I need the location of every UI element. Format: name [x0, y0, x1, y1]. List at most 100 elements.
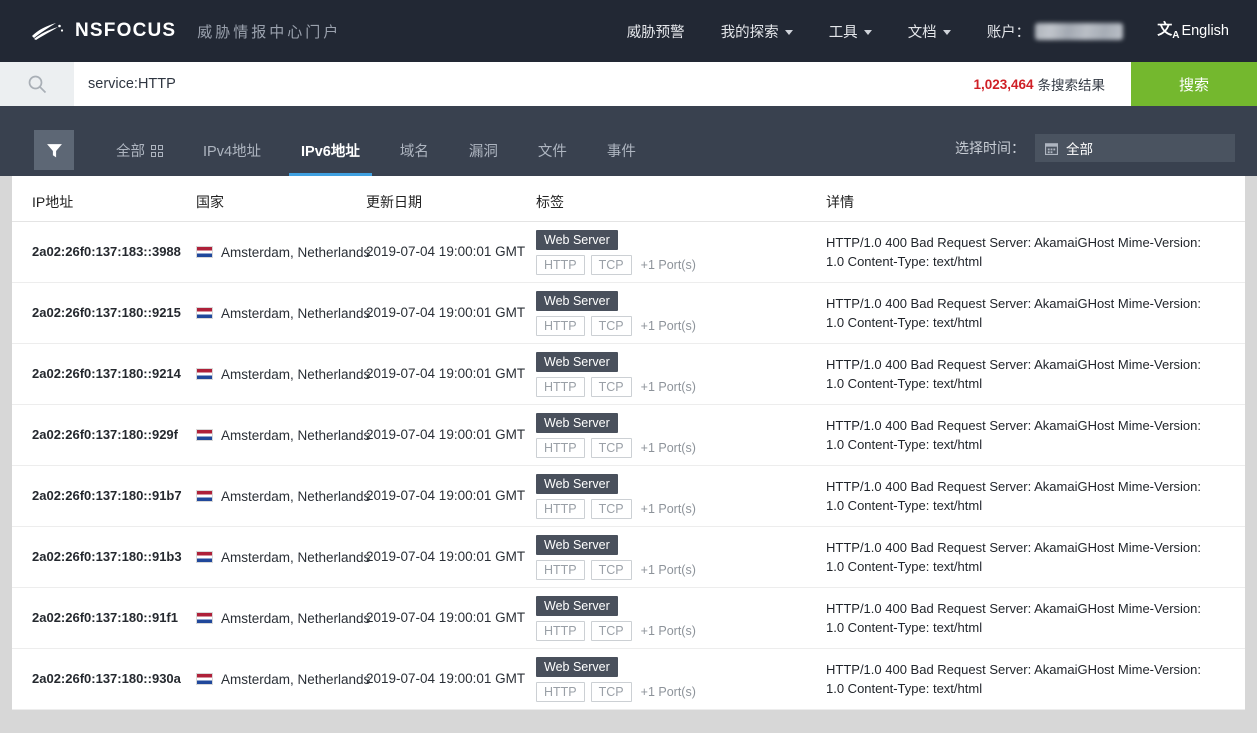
detail-text: HTTP/1.0 400 Bad Request Server: AkamaiG…: [826, 477, 1211, 515]
tag-protocol[interactable]: HTTP: [536, 438, 585, 458]
tab-file[interactable]: 文件: [518, 140, 587, 176]
column-header-ip: IP地址: [12, 192, 190, 212]
tag-web-server[interactable]: Web Server: [536, 474, 618, 494]
tag-transport[interactable]: TCP: [591, 438, 632, 458]
filter-button[interactable]: [34, 130, 74, 170]
tag-ports-more[interactable]: +1 Port(s): [641, 319, 696, 333]
search-bar: 1,023,464 条搜索结果 搜索: [0, 62, 1257, 106]
nav-item-my-exploration[interactable]: 我的探索: [703, 21, 811, 42]
tag-web-server[interactable]: Web Server: [536, 230, 618, 250]
nav-item-docs[interactable]: 文档: [890, 21, 969, 42]
netherlands-flag-icon: [196, 490, 213, 502]
tag-ports-more[interactable]: +1 Port(s): [641, 258, 696, 272]
tag-transport[interactable]: TCP: [591, 255, 632, 275]
tag-transport[interactable]: TCP: [591, 682, 632, 702]
ip-address-link[interactable]: 2a02:26f0:137:180::9215: [32, 305, 181, 320]
country-label: Amsterdam, Netherlands: [221, 672, 370, 687]
tag-protocol[interactable]: HTTP: [536, 377, 585, 397]
tag-ports-more[interactable]: +1 Port(s): [641, 380, 696, 394]
filter-funnel-icon: [46, 142, 63, 159]
tag-web-server[interactable]: Web Server: [536, 596, 618, 616]
tag-ports-more[interactable]: +1 Port(s): [641, 624, 696, 638]
tag-protocol[interactable]: HTTP: [536, 316, 585, 336]
country-cell: Amsterdam, Netherlands: [196, 306, 354, 321]
tag-protocol[interactable]: HTTP: [536, 255, 585, 275]
nav-item-tools[interactable]: 工具: [811, 21, 890, 42]
tag-transport[interactable]: TCP: [591, 499, 632, 519]
tag-web-server[interactable]: Web Server: [536, 657, 618, 677]
nav-item-threat-alert[interactable]: 威胁预警: [609, 21, 703, 42]
time-selector-dropdown[interactable]: 全部: [1035, 134, 1235, 162]
tab-label: 全部: [116, 140, 145, 161]
country-cell: Amsterdam, Netherlands: [196, 367, 354, 382]
search-input[interactable]: [88, 76, 973, 92]
tag-protocol-row: HTTP TCP +1 Port(s): [536, 560, 814, 580]
tab-bar: 全部 IPv4地址 IPv6地址 域名 漏洞 文件 事件 选择时间：: [0, 106, 1257, 176]
tag-ports-more[interactable]: +1 Port(s): [641, 502, 696, 516]
tab-event[interactable]: 事件: [587, 140, 656, 176]
table-row[interactable]: 2a02:26f0:137:180::9215 Amsterdam, Nether…: [12, 283, 1245, 344]
tab-label: 文件: [538, 140, 567, 161]
tag-transport[interactable]: TCP: [591, 377, 632, 397]
tag-group: Web Server HTTP TCP +1 Port(s): [536, 291, 814, 336]
table-row[interactable]: 2a02:26f0:137:180::91b3 Amsterdam, Nether…: [12, 527, 1245, 588]
tag-ports-more[interactable]: +1 Port(s): [641, 563, 696, 577]
tag-group: Web Server HTTP TCP +1 Port(s): [536, 596, 814, 641]
tag-ports-more[interactable]: +1 Port(s): [641, 685, 696, 699]
tab-ipv6[interactable]: IPv6地址: [281, 140, 380, 176]
netherlands-flag-icon: [196, 246, 213, 258]
column-header-date: 更新日期: [360, 192, 530, 212]
netherlands-flag-icon: [196, 612, 213, 624]
tag-protocol[interactable]: HTTP: [536, 682, 585, 702]
table-row[interactable]: 2a02:26f0:137:180::9214 Amsterdam, Nether…: [12, 344, 1245, 405]
tab-label: 事件: [607, 140, 636, 161]
tag-transport[interactable]: TCP: [591, 621, 632, 641]
tag-web-server[interactable]: Web Server: [536, 535, 618, 555]
ip-address-link[interactable]: 2a02:26f0:137:180::91b3: [32, 549, 182, 564]
tag-protocol[interactable]: HTTP: [536, 560, 585, 580]
nav-item-label: 工具: [829, 21, 858, 42]
tag-group: Web Server HTTP TCP +1 Port(s): [536, 230, 814, 275]
country-cell: Amsterdam, Netherlands: [196, 550, 354, 565]
tag-transport[interactable]: TCP: [591, 316, 632, 336]
tag-protocol[interactable]: HTTP: [536, 621, 585, 641]
tab-vulnerability[interactable]: 漏洞: [449, 140, 518, 176]
tag-web-server[interactable]: Web Server: [536, 413, 618, 433]
table-row[interactable]: 2a02:26f0:137:180::91f1Amsterdam, Nether…: [12, 588, 1245, 649]
update-date: 2019-07-04 19:00:01 GMT: [366, 427, 525, 442]
table-header-row: IP地址 国家 更新日期 标签 详情: [12, 176, 1245, 222]
ip-address-link[interactable]: 2a02:26f0:137:180::91b7: [32, 488, 182, 503]
tab-all[interactable]: 全部: [96, 140, 183, 176]
table-row[interactable]: 2a02:26f0:137:180::91b7 Amsterdam, Nether…: [12, 466, 1245, 527]
tag-transport[interactable]: TCP: [591, 560, 632, 580]
table-row[interactable]: 2a02:26f0:137:183::3988 Amsterdam, Nether…: [12, 222, 1245, 283]
tab-ipv4[interactable]: IPv4地址: [183, 140, 281, 176]
tag-group: Web Server HTTP TCP +1 Port(s): [536, 535, 814, 580]
chevron-down-icon: [864, 30, 872, 35]
tab-domain[interactable]: 域名: [380, 140, 449, 176]
tag-web-server[interactable]: Web Server: [536, 352, 618, 372]
search-button[interactable]: 搜索: [1131, 62, 1257, 106]
main-navigation: 威胁预警 我的探索 工具 文档 账户： 文A English: [609, 21, 1235, 42]
tag-protocol-row: HTTP TCP +1 Port(s): [536, 316, 814, 336]
country-cell: Amsterdam, Netherlands: [196, 489, 354, 504]
search-icon-box[interactable]: [0, 62, 74, 106]
account-menu[interactable]: 账户：: [969, 21, 1134, 42]
ip-address-link[interactable]: 2a02:26f0:137:180::929f: [32, 427, 178, 442]
ip-address-link[interactable]: 2a02:26f0:137:180::9214: [32, 366, 181, 381]
table-row[interactable]: 2a02:26f0:137:180::930a Amsterdam, Nether…: [12, 649, 1245, 710]
results-content: IP地址 国家 更新日期 标签 详情 2a02:26f0:137:183::39…: [0, 176, 1257, 733]
tag-ports-more[interactable]: +1 Port(s): [641, 441, 696, 455]
language-switcher[interactable]: 文A English: [1133, 22, 1235, 41]
tab-label: IPv4地址: [203, 140, 261, 161]
ip-address-link[interactable]: 2a02:26f0:137:180::930a: [32, 671, 181, 686]
chevron-down-icon: [785, 30, 793, 35]
table-row[interactable]: 2a02:26f0:137:180::929fAmsterdam, Nether…: [12, 405, 1245, 466]
ip-address-link[interactable]: 2a02:26f0:137:183::3988: [32, 244, 181, 259]
country-label: Amsterdam, Netherlands: [221, 245, 370, 260]
update-date: 2019-07-04 19:00:01 GMT: [366, 305, 525, 320]
brand-logo-group[interactable]: NSFOCUS 威胁情报中心门户: [30, 20, 341, 42]
tag-web-server[interactable]: Web Server: [536, 291, 618, 311]
tag-protocol[interactable]: HTTP: [536, 499, 585, 519]
ip-address-link[interactable]: 2a02:26f0:137:180::91f1: [32, 610, 178, 625]
